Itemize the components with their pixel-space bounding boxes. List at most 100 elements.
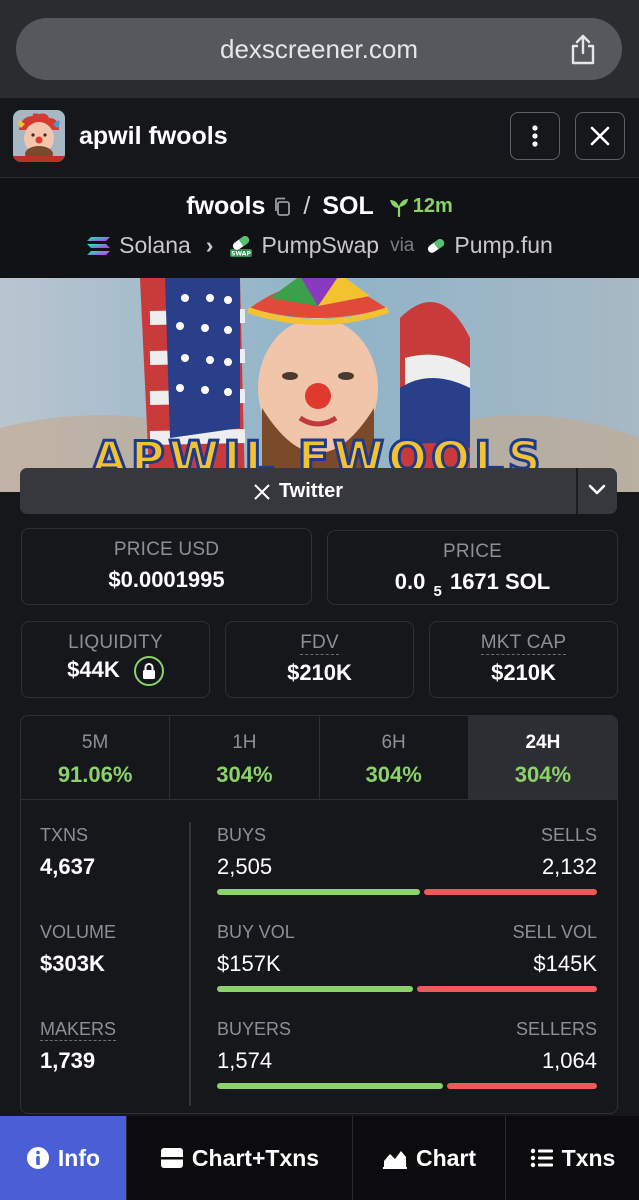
sell-vol-bar xyxy=(416,986,597,992)
timeframe-tabs: 5M 91.06% 1H 304% 6H 304% 24H 304% xyxy=(20,715,618,800)
tab-label: 6H xyxy=(381,732,406,753)
token-header: apwil fwools xyxy=(0,98,639,178)
buy-vol-value: $157K xyxy=(217,951,281,976)
sellers-bar xyxy=(447,1083,597,1089)
makers-label[interactable]: MAKERS xyxy=(40,1019,117,1041)
nav-chart-label: Chart xyxy=(415,1144,477,1171)
chart-area-icon xyxy=(382,1151,407,1169)
sprout-icon xyxy=(389,198,408,217)
mktcap-label[interactable]: MKT CAP xyxy=(480,632,567,655)
nav-info[interactable]: Info xyxy=(0,1116,127,1200)
buyers-sellers-bar xyxy=(217,1083,597,1089)
buyers-bar xyxy=(217,1083,443,1089)
sells-label: SELLS xyxy=(540,825,597,845)
buy-vol-bar xyxy=(217,986,413,992)
sells-bar xyxy=(424,889,597,895)
quote-token-symbol: SOL xyxy=(322,192,374,220)
chevron-down-icon xyxy=(588,484,605,495)
pair-age: 12m xyxy=(412,195,453,217)
socials-dropdown-toggle[interactable] xyxy=(576,479,617,499)
sells-value: 2,132 xyxy=(541,854,597,879)
divider xyxy=(189,822,191,1106)
buy-sell-volume-bar xyxy=(217,986,597,992)
price-usd-value: $0.0001995 xyxy=(108,567,225,592)
tab-label: 24H xyxy=(525,732,561,753)
browser-bar: dexscreener.com xyxy=(0,0,639,98)
buys-label: BUYS xyxy=(217,825,267,845)
tab-price-change: 304% xyxy=(216,762,273,787)
via-label: via xyxy=(390,234,415,256)
more-options-button[interactable] xyxy=(510,112,560,160)
pair-info: fwools / SOL 12m Solana › SWAP PumpSwap … xyxy=(0,178,639,278)
tab-label: 1H xyxy=(232,732,257,753)
buys-sells-bar xyxy=(217,889,597,895)
mktcap-card: MKT CAP $210K xyxy=(429,621,618,698)
makers-value: 1,739 xyxy=(40,1048,96,1073)
tab-24h[interactable]: 24H 304% xyxy=(468,716,617,799)
nav-txns[interactable]: Txns xyxy=(506,1116,639,1200)
tab-price-change: 304% xyxy=(514,762,572,787)
chain-name[interactable]: Solana xyxy=(119,232,191,259)
tab-6h[interactable]: 6H 304% xyxy=(320,716,469,799)
liquidity-label: LIQUIDITY xyxy=(68,632,163,653)
list-icon xyxy=(530,1148,553,1168)
fdv-label[interactable]: FDV xyxy=(300,632,339,655)
nav-txns-label: Txns xyxy=(561,1144,616,1171)
twitter-label: Twitter xyxy=(278,480,344,502)
tab-price-change: 91.06% xyxy=(57,762,133,787)
url-bar[interactable]: dexscreener.com xyxy=(16,18,622,80)
tab-5m[interactable]: 5M 91.06% xyxy=(21,716,171,799)
fdv-card: FDV $210K xyxy=(225,621,414,698)
price-native-value: 0.0 5 1671 SOL xyxy=(328,569,617,600)
nav-chart-txns[interactable]: Chart+Txns xyxy=(127,1116,353,1200)
mktcap-value: $210K xyxy=(491,660,556,685)
price-usd-label: PRICE USD xyxy=(113,539,220,560)
nav-chart-txns-label: Chart+Txns xyxy=(191,1144,320,1171)
buyers-sellers-row: BUYERS SELLERS 1,574 1,064 xyxy=(217,1019,597,1089)
buy-vol-label: BUY VOL xyxy=(217,922,295,942)
solana-icon xyxy=(87,236,111,255)
tab-1h[interactable]: 1H 304% xyxy=(170,716,320,799)
buys-sells-row: BUYS SELLS 2,505 2,132 xyxy=(217,825,597,895)
pumpfun-icon xyxy=(428,238,445,253)
buyers-label: BUYERS xyxy=(217,1019,292,1039)
token-avatar xyxy=(13,110,65,162)
price-native-digits: 1671 SOL xyxy=(449,569,551,594)
nav-chart[interactable]: Chart xyxy=(353,1116,506,1200)
buys-value: 2,505 xyxy=(217,854,273,879)
volume-stat: VOLUME $303K xyxy=(40,922,116,977)
close-icon xyxy=(590,126,610,146)
token-banner-image: APWIL FWOOLS xyxy=(0,278,639,492)
sell-vol-value: $145K xyxy=(533,951,597,976)
info-icon xyxy=(26,1147,49,1169)
activity-stats: TXNS 4,637 VOLUME $303K MAKERS 1,739 BUY… xyxy=(20,800,618,1114)
fdv-value: $210K xyxy=(287,660,352,685)
volume-label: VOLUME xyxy=(40,922,117,942)
dex-name[interactable]: PumpSwap xyxy=(261,232,379,259)
url-text: dexscreener.com xyxy=(220,34,418,64)
pair-separator: / xyxy=(303,192,311,220)
liquidity-value: $44K xyxy=(67,656,120,682)
base-token-symbol: fwools xyxy=(186,192,266,220)
price-native-prefix: 0.0 xyxy=(394,569,426,594)
chain-line: Solana › SWAP PumpSwap via Pump.fun xyxy=(0,232,639,259)
volume-value: $303K xyxy=(40,951,105,976)
more-vertical-icon xyxy=(532,125,538,147)
copy-icon[interactable] xyxy=(273,197,291,217)
sell-vol-label: SELL VOL xyxy=(512,922,597,942)
liquidity-lock-button[interactable] xyxy=(133,656,164,686)
makers-stat: MAKERS 1,739 xyxy=(40,1019,117,1074)
bottom-navigation: Info Chart+Txns Chart Txns xyxy=(0,1116,639,1200)
txns-value: 4,637 xyxy=(40,854,96,879)
lock-icon xyxy=(142,663,155,679)
tab-price-change: 304% xyxy=(365,762,422,787)
token-title: apwil fwools xyxy=(79,122,228,150)
share-icon[interactable] xyxy=(568,33,598,65)
tab-label: 5M xyxy=(81,732,109,753)
twitter-link-button[interactable]: Twitter xyxy=(20,468,617,514)
pair-line: fwools / SOL 12m xyxy=(0,192,639,221)
buyers-value: 1,574 xyxy=(217,1048,273,1073)
svg-text:SWAP: SWAP xyxy=(232,250,252,257)
close-button[interactable] xyxy=(575,112,625,160)
launchpad-name[interactable]: Pump.fun xyxy=(454,232,552,259)
